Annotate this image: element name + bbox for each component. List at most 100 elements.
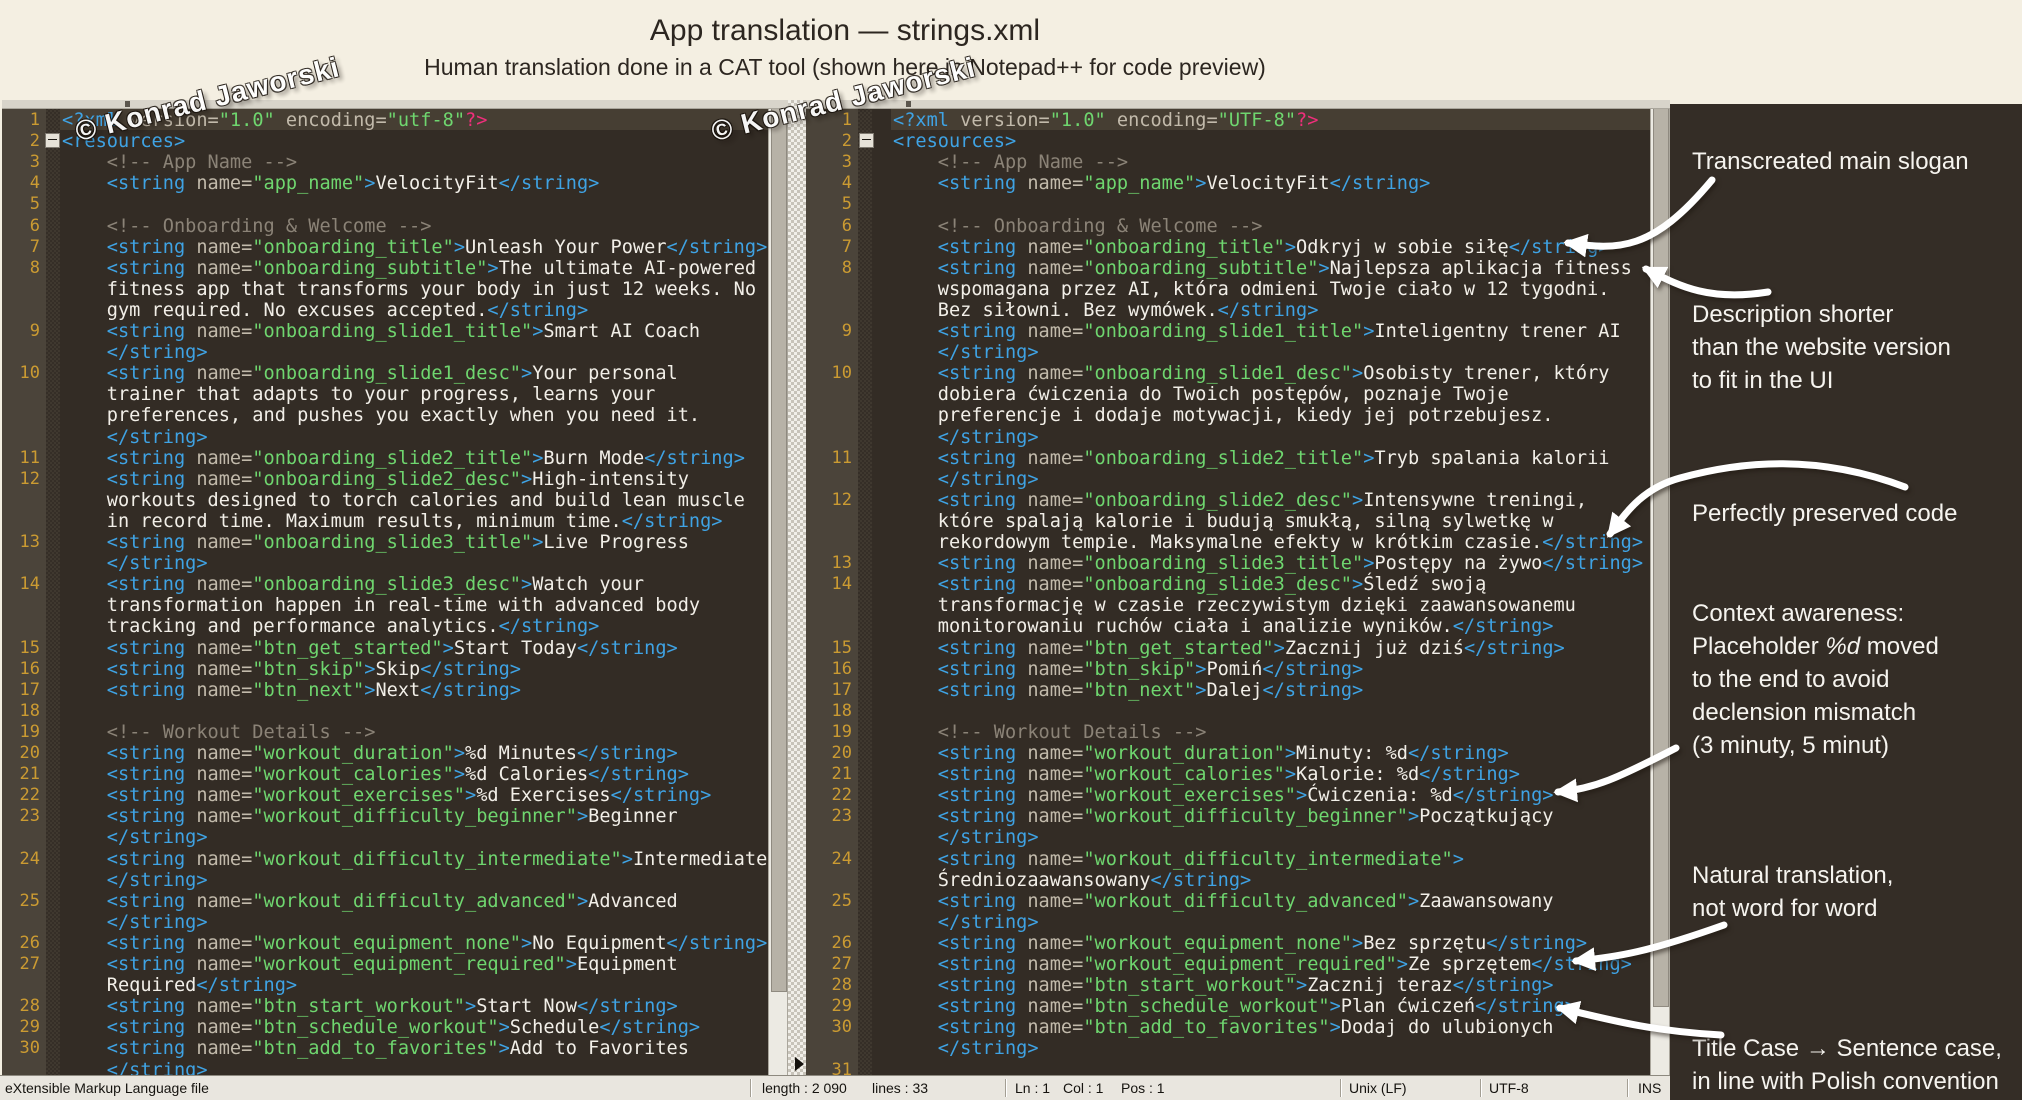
code-line: gym required. No excuses accepted.</stri…	[62, 299, 589, 321]
code-line: workouts designed to torch calories and …	[62, 489, 745, 511]
statusbar-separator	[750, 1079, 752, 1097]
code-line: Required</string>	[62, 975, 298, 997]
code-line: wspomagana przez AI, która odmieni Twoje…	[893, 278, 1610, 300]
statusbar-length: length : 2 090	[762, 1080, 847, 1096]
code-line: trainer that adapts to your progress, le…	[62, 384, 656, 406]
code-line: <string name="onboarding_slide1_title">I…	[893, 321, 1621, 342]
code-line: <string name="onboarding_slide2_title">T…	[893, 447, 1610, 469]
line-number: 15	[831, 637, 852, 658]
code-line: transformation happen in real-time with …	[62, 595, 701, 617]
line-number: 11	[831, 447, 852, 468]
line-number: 27	[19, 954, 40, 974]
line-number: 20	[19, 743, 40, 763]
line-number: 25	[19, 890, 40, 911]
line-number: 13	[831, 553, 852, 574]
line-number: 6	[29, 215, 40, 236]
annotation-line: Description shorter	[1692, 301, 1894, 328]
line-number: 12	[831, 489, 852, 510]
code-line: <string name="onboarding_slide1_desc">Os…	[893, 363, 1610, 385]
left-fold-margin	[46, 100, 60, 1075]
line-number: 13	[19, 532, 40, 552]
right-vertical-scrollbar[interactable]	[1650, 100, 1670, 1075]
code-line: </string>	[62, 869, 208, 891]
code-line: <string name="btn_next">Dalej</string>	[893, 679, 1364, 701]
code-line: </string>	[893, 911, 1039, 933]
line-number: 3	[29, 152, 40, 173]
code-line: </string>	[893, 342, 1039, 364]
code-line: <string name="btn_add_to_favorites">Doda…	[893, 1017, 1554, 1039]
statusbar-col: Col : 1	[1063, 1080, 1104, 1096]
pane-splitter[interactable]	[788, 100, 806, 1075]
line-number: 26	[19, 932, 40, 953]
code-line: <string name="workout_exercises">Ćwiczen…	[893, 785, 1554, 807]
code-line: <!-- App Name -->	[62, 152, 298, 174]
statusbar-insert-mode: INS	[1638, 1080, 1662, 1096]
code-line: <string name="workout_exercises">%d Exer…	[62, 785, 712, 807]
code-line: <string name="btn_get_started">Start Tod…	[62, 637, 678, 659]
line-number: 7	[29, 236, 40, 257]
fold-collapse-icon[interactable]	[859, 133, 874, 148]
code-line: <string name="workout_difficulty_interme…	[893, 848, 1464, 870]
code-line: <string name="workout_duration">%d Minut…	[62, 743, 678, 764]
annotation-panel: Transcreated main slogan Description shor…	[1670, 104, 2022, 1100]
fold-collapse-icon[interactable]	[45, 133, 60, 148]
line-number: 21	[19, 764, 40, 785]
code-line: <string name="onboarding_slide3_desc">Śl…	[893, 574, 1487, 596]
code-line: transformację w czasie rzeczywistym dzię…	[893, 595, 1576, 617]
left-editor-pane[interactable]: 1 <?xml version="1.0" encoding="utf-8"?> 2…	[2, 100, 768, 1075]
line-number: 24	[831, 848, 852, 869]
annotation-line: Context awareness:	[1692, 600, 1905, 627]
code-line: preferencje i dodaje motywacji, kiedy je…	[893, 405, 1554, 427]
statusbar-separator	[1340, 1079, 1342, 1097]
code-line: <string name="btn_start_workout">Start N…	[62, 996, 678, 1018]
line-number: 20	[831, 743, 852, 763]
page-title: App translation — strings.xml	[649, 14, 1041, 47]
code-line: </string>	[893, 468, 1039, 490]
statusbar-lines: lines : 33	[872, 1080, 929, 1096]
code-line: fitness app that transforms your body in…	[62, 278, 757, 300]
code-line: <string name="btn_skip">Pomiń</string>	[893, 658, 1364, 680]
code-line: <string name="workout_equipment_required…	[62, 954, 678, 975]
caret-position-marker-icon	[795, 1057, 804, 1071]
statusbar-encoding: UTF-8	[1489, 1080, 1529, 1096]
left-scrollbar-thumb[interactable]	[771, 102, 787, 992]
code-line: <string name="workout_difficulty_advance…	[62, 890, 678, 912]
statusbar-separator	[1480, 1079, 1482, 1097]
code-line: <string name="workout_calories">%d Calor…	[62, 764, 689, 786]
code-line: <!-- Onboarding & Welcome -->	[62, 215, 432, 237]
line-number: 18	[831, 700, 852, 721]
line-number: 22	[19, 785, 40, 806]
line-number: 16	[19, 658, 40, 679]
left-vertical-scrollbar[interactable]	[768, 100, 788, 1075]
line-number: 27	[831, 954, 852, 974]
line-number: 12	[19, 468, 40, 489]
right-editor-pane[interactable]: 1 <?xml version="1.0" encoding="UTF-8"?> 2…	[806, 100, 1650, 1075]
annotation-line: Transcreated main slogan	[1692, 148, 1969, 175]
code-line: <string name="onboarding_slide3_title">P…	[893, 553, 1644, 575]
line-number: 1	[29, 110, 40, 130]
line-number: 31	[831, 1059, 852, 1076]
code-line: <string name="onboarding_title">Odkryj w…	[893, 236, 1610, 258]
statusbar-eol: Unix (LF)	[1349, 1080, 1407, 1096]
right-scrollbar-thumb[interactable]	[1653, 102, 1669, 1007]
code-line: monitorowaniu ruchów ciała i analizie wy…	[893, 616, 1554, 638]
line-number: 9	[29, 321, 40, 341]
line-number: 19	[831, 721, 852, 742]
statusbar-pos: Pos : 1	[1121, 1080, 1165, 1096]
code-line: <string name="onboarding_slide1_desc">Yo…	[62, 363, 678, 385]
line-number: 17	[19, 679, 40, 700]
line-number: 29	[831, 996, 852, 1017]
line-number: 16	[831, 658, 852, 679]
code-line: <string name="workout_difficulty_beginne…	[62, 806, 678, 828]
code-line: </string>	[62, 1059, 208, 1076]
statusbar-doctype: eXtensible Markup Language file	[5, 1080, 209, 1096]
code-line: <?xml version="1.0" encoding="UTF-8"?>	[893, 110, 1319, 131]
code-line: <string name="workout_calories">Kalorie:…	[893, 764, 1520, 786]
line-number: 19	[19, 721, 40, 742]
line-number: 2	[29, 131, 40, 152]
line-number: 2	[841, 131, 852, 152]
code-line: <!-- App Name -->	[893, 152, 1129, 174]
code-line: które spalają kalorie i budują smukłą, s…	[893, 510, 1554, 532]
code-line: <!-- Workout Details -->	[62, 721, 376, 743]
annotation-line: Placeholder %d moved	[1692, 633, 1939, 660]
